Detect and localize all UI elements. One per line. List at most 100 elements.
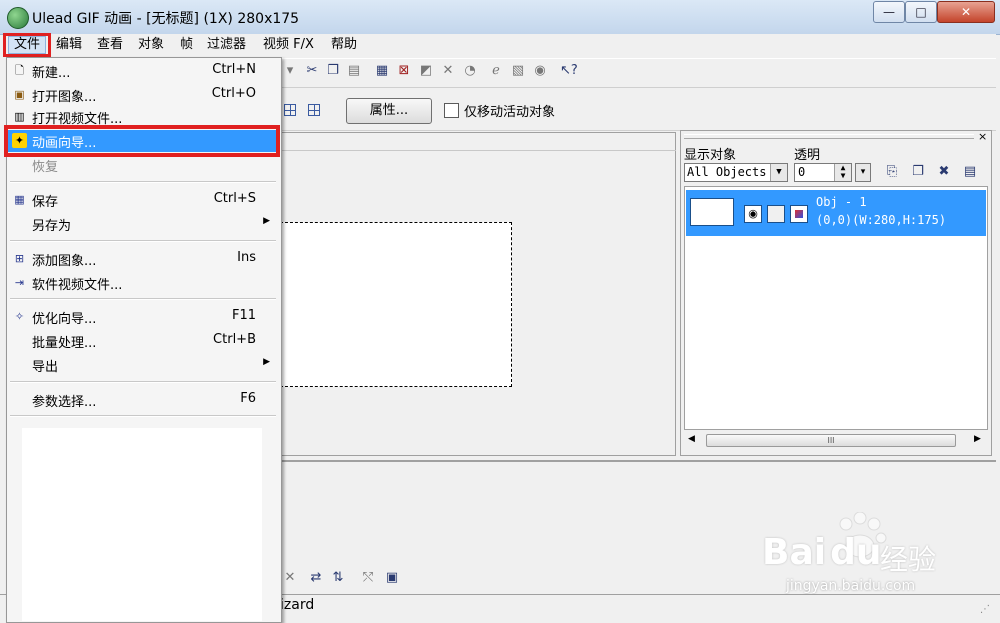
preview-icon[interactable]: ▧: [510, 63, 526, 79]
object-new-icon[interactable]: ⎘: [884, 164, 900, 180]
menu-item-preferences-label: 参数选择...: [32, 395, 97, 410]
frame-delete-icon[interactable]: ✕: [282, 570, 298, 586]
paste-icon[interactable]: ▤: [346, 63, 362, 79]
menu-object[interactable]: 对象: [138, 36, 164, 54]
menu-item-optimize-wizard[interactable]: ✧ 优化向导... F11: [8, 306, 278, 328]
annotation-box-file: [3, 33, 51, 57]
optimize-wizard-icon: ✧: [14, 310, 25, 323]
menu-item-revert-label: 恢复: [32, 160, 59, 175]
menu-item-new-label: 新建...: [32, 66, 71, 81]
scroll-left-icon[interactable]: ◀: [688, 434, 695, 444]
panel-grip[interactable]: [684, 134, 974, 139]
image-canvas[interactable]: [280, 222, 512, 387]
web-icon[interactable]: ℯ: [488, 63, 504, 79]
copy-icon[interactable]: ❐: [325, 63, 341, 79]
menu-separator: [10, 381, 276, 383]
delete-frame-icon[interactable]: ⊠: [396, 63, 412, 79]
frame-tween-icon[interactable]: ⇄: [308, 570, 324, 586]
menu-item-export[interactable]: 导出 ▶: [8, 354, 278, 376]
menu-item-revert: 恢复: [8, 154, 278, 176]
watermark-brand-1: Bai: [762, 532, 827, 573]
properties-button[interactable]: 属性...: [346, 98, 432, 124]
frame-properties-icon[interactable]: ▣: [384, 570, 400, 586]
transparency-input[interactable]: 0 ▲ ▼: [794, 163, 852, 182]
menu-item-open-image[interactable]: ▣ 打开图象... Ctrl+O: [8, 84, 278, 106]
menu-item-open-video-label: 打开视频文件...: [32, 112, 123, 126]
globe-icon[interactable]: ◉: [532, 63, 548, 79]
minimize-button[interactable]: —: [873, 1, 905, 23]
menu-separator: [10, 240, 276, 242]
menu-filter[interactable]: 过滤器: [207, 36, 246, 54]
object-delete-icon[interactable]: ✖: [936, 164, 952, 180]
transparency-label: 透明: [794, 148, 821, 163]
display-objects-select[interactable]: All Objects ▼: [684, 163, 788, 182]
watermark-brand-2: du: [830, 532, 882, 573]
scroll-thumb[interactable]: III: [706, 434, 956, 447]
menu-edit[interactable]: 编辑: [56, 36, 82, 54]
menu-item-add-image-label: 添加图象...: [32, 254, 97, 269]
align-grid-icon[interactable]: [284, 104, 296, 116]
add-image-icon: ⊞: [14, 252, 25, 265]
video-file-icon: ⇥: [14, 276, 25, 289]
tween-icon[interactable]: ◩: [418, 63, 434, 79]
help-pointer-icon[interactable]: ↖?: [560, 63, 578, 79]
menu-view[interactable]: 查看: [97, 36, 123, 54]
frame-cut-icon[interactable]: ⤲: [360, 570, 376, 586]
menu-item-batch[interactable]: 批量处理... Ctrl+B: [8, 330, 278, 352]
new-file-icon: 🗋: [15, 64, 24, 77]
frame-icon[interactable]: ▦: [374, 63, 390, 79]
submenu-arrow-icon: ▶: [263, 216, 270, 226]
menu-item-optimize-wizard-shortcut: F11: [231, 308, 256, 323]
object-name: Obj - 1: [816, 195, 867, 209]
watermark-url: jingyan.baidu.com: [786, 578, 916, 594]
maximize-button[interactable]: □: [905, 1, 937, 23]
crop-icon[interactable]: ✕: [440, 63, 456, 79]
menu-item-save-as[interactable]: 另存为 ▶: [8, 213, 278, 235]
menu-item-new-shortcut: Ctrl+N: [212, 62, 256, 77]
menu-item-new[interactable]: 🗋 新建... Ctrl+N: [8, 60, 278, 82]
color-swatch-icon[interactable]: [790, 205, 808, 223]
menu-item-preferences-shortcut: F6: [240, 391, 256, 406]
move-active-only-checkbox[interactable]: [444, 103, 459, 118]
scroll-right-icon[interactable]: ▶: [974, 434, 981, 444]
center-grid-icon[interactable]: [308, 104, 320, 116]
menu-item-add-image-shortcut: Ins: [237, 250, 256, 265]
menu-separator: [10, 181, 276, 183]
eye-icon[interactable]: ◉: [744, 205, 762, 223]
menu-frame[interactable]: 帧: [180, 36, 193, 54]
menu-help[interactable]: 帮助: [331, 36, 357, 54]
menu-item-optimize-wizard-label: 优化向导...: [32, 312, 97, 327]
film-icon: ▥: [14, 110, 25, 123]
transparency-slider-button[interactable]: ▾: [855, 163, 871, 182]
rotate-icon[interactable]: ◔: [462, 63, 478, 79]
menu-item-software-video-label: 软件视频文件...: [32, 278, 123, 293]
menu-item-add-image[interactable]: ⊞ 添加图象... Ins: [8, 248, 278, 270]
window-title: Ulead GIF 动画 - [无标题] (1X) 280x175: [32, 11, 300, 27]
menu-item-open-image-shortcut: Ctrl+O: [211, 86, 256, 101]
frame-reverse-icon[interactable]: ⇅: [330, 570, 346, 586]
move-active-only-label: 仅移动活动对象: [464, 105, 556, 120]
resize-grip-icon[interactable]: ⋰: [980, 604, 990, 615]
menu-item-save[interactable]: ▦ 保存 Ctrl+S: [8, 189, 278, 211]
canvas-tab-divider: [280, 150, 676, 151]
dropdown-arrow-icon[interactable]: ▾: [282, 63, 298, 79]
menu-item-open-video[interactable]: ▥ 打开视频文件...: [8, 106, 278, 126]
annotation-box-wizard: [4, 125, 280, 157]
save-disk-icon: ▦: [14, 193, 25, 206]
menu-item-batch-shortcut: Ctrl+B: [213, 332, 256, 347]
menu-item-open-image-label: 打开图象...: [32, 90, 97, 105]
menu-item-preferences[interactable]: 参数选择... F6: [8, 389, 278, 411]
cut-icon[interactable]: ✂: [304, 63, 320, 79]
menu-item-software-video[interactable]: ⇥ 软件视频文件...: [8, 272, 278, 294]
close-button[interactable]: ✕: [937, 1, 995, 23]
object-duplicate-icon[interactable]: ❐: [910, 164, 926, 180]
spinner-icon[interactable]: ▲ ▼: [834, 164, 851, 181]
object-properties-icon[interactable]: ▤: [962, 164, 978, 180]
status-text: izard: [280, 597, 315, 613]
app-icon: [7, 7, 29, 29]
lock-toggle[interactable]: [767, 205, 785, 223]
chevron-down-icon[interactable]: ▼: [770, 164, 787, 181]
menu-video-fx[interactable]: 视频 F/X: [263, 36, 314, 54]
panel-close-icon[interactable]: ×: [978, 130, 987, 143]
display-objects-label: 显示对象: [684, 148, 737, 163]
